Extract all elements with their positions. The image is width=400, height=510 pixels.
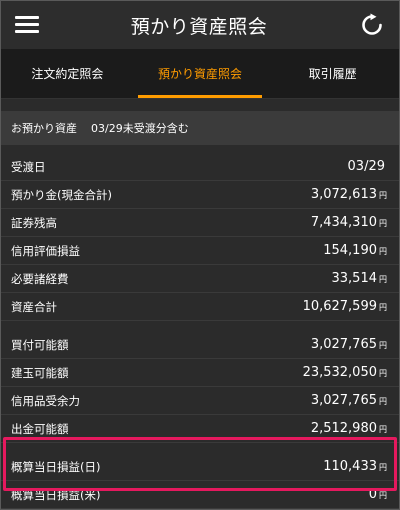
row-label: 信用品受余力 — [11, 393, 80, 408]
row-value: 110,433 円 — [323, 459, 387, 474]
refresh-icon[interactable] — [359, 12, 385, 38]
row-label: 証券残高 — [11, 215, 57, 230]
row-withdrawable: 出金可能額 2,512,980 円 — [1, 415, 399, 443]
row-value: 154,190 円 — [323, 243, 387, 258]
row-label: 概算当日損益(日) — [11, 459, 101, 474]
row-buying-power: 買付可能額 3,027,765 円 — [1, 331, 399, 359]
tab-trade-history[interactable]: 取引履歴 — [266, 49, 399, 98]
row-settlement-date: 受渡日 03/29 — [1, 153, 399, 181]
tab-deposit-assets[interactable]: 預かり資産照会 — [134, 49, 267, 98]
section-label: お預かり資産 — [11, 122, 77, 135]
row-label: 信用評価損益 — [11, 243, 80, 258]
row-cash-deposit: 預かり金(現金合計) 3,072,613 円 — [1, 181, 399, 209]
row-value: 03/29 — [347, 159, 385, 174]
row-label: 預かり金(現金合計) — [11, 187, 112, 202]
row-position-power: 建玉可能額 23,532,050 円 — [1, 359, 399, 387]
row-value: 3,027,765 円 — [310, 337, 387, 352]
tab-bar: 注文約定照会 預かり資産照会 取引履歴 — [1, 49, 399, 99]
row-daily-pl-us: 概算当日損益(米) 0円 — [1, 481, 399, 509]
row-margin-receipt-power: 信用品受余力 3,027,765 円 — [1, 387, 399, 415]
section-header: お預かり資産 03/29未受渡分含む — [1, 111, 399, 145]
row-total-assets: 資産合計 10,627,599 円 — [1, 293, 399, 321]
row-value: 2,512,980 円 — [310, 421, 387, 436]
row-label: 出金可能額 — [11, 421, 69, 436]
row-securities-balance: 証券残高 7,434,310 円 — [1, 209, 399, 237]
row-value: 33,514 円 — [331, 271, 388, 286]
row-label: 買付可能額 — [11, 337, 69, 352]
row-label: 受渡日 — [11, 159, 46, 174]
app-frame: 預かり資産照会 注文約定照会 預かり資産照会 取引履歴 お預かり資産 03/29… — [0, 0, 400, 510]
row-value: 7,434,310 円 — [310, 215, 387, 230]
app-header: 預かり資産照会 — [1, 1, 399, 49]
row-value: 0円 — [368, 487, 387, 502]
page-title: 預かり資産照会 — [130, 15, 268, 38]
row-value: 10,627,599 円 — [302, 299, 387, 314]
row-value: 3,072,613 円 — [310, 187, 387, 202]
row-label: 概算当日損益(米) — [11, 487, 101, 502]
hamburger-menu-icon[interactable] — [15, 16, 39, 34]
row-label: 資産合計 — [11, 299, 57, 314]
tab-order-execution[interactable]: 注文約定照会 — [1, 49, 134, 98]
asset-list: 受渡日 03/29 預かり金(現金合計) 3,072,613 円 証券残高 7,4… — [1, 153, 399, 509]
row-value: 23,532,050 円 — [302, 365, 387, 380]
row-label: 建玉可能額 — [11, 365, 69, 380]
row-required-expenses: 必要諸経費 33,514 円 — [1, 265, 399, 293]
row-daily-pl-jp: 概算当日損益(日) 110,433 円 — [1, 453, 399, 481]
row-margin-valuation: 信用評価損益 154,190 円 — [1, 237, 399, 265]
row-value: 3,027,765 円 — [310, 393, 387, 408]
section-note: 03/29未受渡分含む — [91, 122, 189, 135]
row-label: 必要諸経費 — [11, 271, 69, 286]
